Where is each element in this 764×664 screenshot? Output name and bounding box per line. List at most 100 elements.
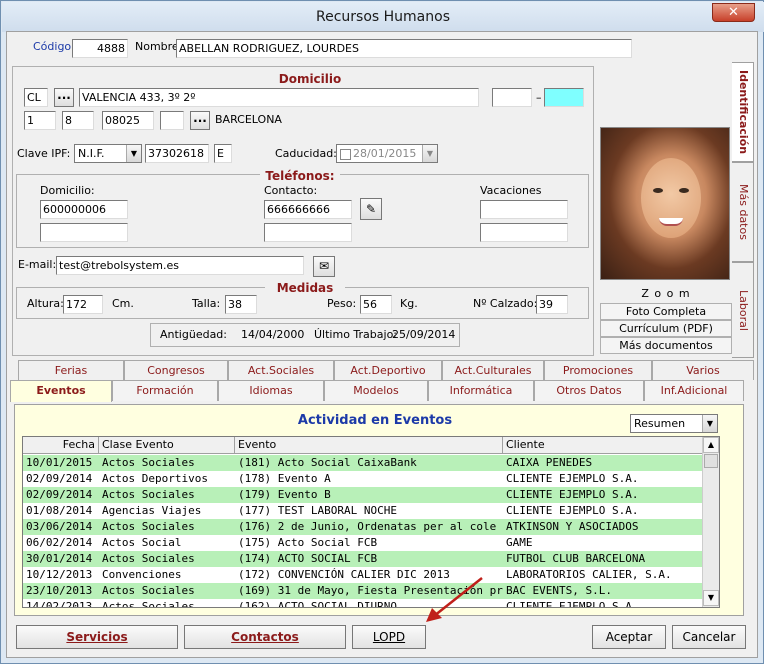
- localidad-code-field[interactable]: [160, 111, 184, 130]
- phone-tag-icon[interactable]: ✎: [360, 198, 382, 220]
- codigo-postal-field[interactable]: 08025: [102, 111, 154, 130]
- table-row[interactable]: 10/12/2013 Convenciones (172) CONVENCIÓN C…: [23, 567, 703, 583]
- tel-domicilio2-field[interactable]: [40, 223, 128, 242]
- tel-domicilio-field[interactable]: 600000006: [40, 200, 128, 219]
- cancelar-button[interactable]: Cancelar: [672, 625, 746, 649]
- scroll-up-icon[interactable]: ▲: [703, 437, 719, 453]
- grid-scrollbar[interactable]: ▲ ▼: [702, 437, 719, 607]
- direccion-field[interactable]: VALENCIA 433, 3º 2º: [79, 88, 479, 107]
- tel-vacaciones2-field[interactable]: [480, 223, 568, 242]
- cell-clase: Agencias Viajes: [102, 504, 202, 517]
- tipo-via-lookup-button[interactable]: ...: [54, 88, 74, 107]
- poblacion-field[interactable]: 8: [62, 111, 94, 130]
- vtab-laboral[interactable]: Laboral: [732, 262, 754, 358]
- tab-eventos[interactable]: Eventos: [10, 380, 112, 402]
- tipo-via-field[interactable]: CL: [24, 88, 48, 107]
- caducidad-date[interactable]: 28/01/2015 ▼: [336, 144, 438, 163]
- altura-field[interactable]: 172: [63, 295, 103, 314]
- email-label: E-mail:: [18, 258, 57, 271]
- tab-modelos[interactable]: Modelos: [324, 380, 428, 401]
- talla-field[interactable]: 38: [225, 295, 257, 314]
- col-evento[interactable]: Evento: [235, 437, 503, 454]
- table-row[interactable]: 01/08/2014 Agencias Viajes (177) TEST LABO…: [23, 503, 703, 519]
- tab-formacion[interactable]: Formación: [112, 380, 218, 401]
- tab-ferias[interactable]: Ferias: [18, 360, 124, 380]
- provincia-field[interactable]: 1: [24, 111, 56, 130]
- servicios-button[interactable]: Servicios: [16, 625, 178, 649]
- table-row[interactable]: 23/10/2013 Actos Sociales (169) 31 de Mayo…: [23, 583, 703, 599]
- zoom-label[interactable]: Z o o m: [600, 286, 732, 303]
- ultimo-trabajo-value: 25/09/2014: [392, 328, 456, 341]
- table-row[interactable]: 02/09/2014 Actos Deportivos (178) Evento A…: [23, 471, 703, 487]
- table-row[interactable]: 14/02/2013 Actos Sociales (162) ACTO SOCIA…: [23, 599, 703, 608]
- table-row[interactable]: 06/02/2014 Actos Social (175) Acto Social …: [23, 535, 703, 551]
- tab-otros-datos[interactable]: Otros Datos: [534, 380, 644, 401]
- scroll-thumb[interactable]: [704, 454, 718, 468]
- codigo-field[interactable]: 4888: [72, 39, 128, 58]
- mail-icon[interactable]: ✉: [313, 256, 335, 277]
- tab-varios[interactable]: Varios: [652, 360, 754, 380]
- tab-inf-adicional[interactable]: Inf.Adicional: [644, 380, 744, 401]
- cell-clase: Convenciones: [102, 568, 182, 581]
- nombre-field[interactable]: ABELLAN RODRIGUEZ, LOURDES: [176, 39, 632, 58]
- annotation-arrow-icon: [426, 577, 483, 622]
- tab-informatica[interactable]: Informática: [428, 380, 534, 401]
- tab-act-deportivo[interactable]: Act.Deportivo: [334, 360, 442, 380]
- ipf-letra-field[interactable]: E: [214, 144, 232, 163]
- cell-fecha: 02/09/2014: [26, 488, 93, 501]
- col-cliente[interactable]: Cliente: [503, 437, 703, 454]
- email-field[interactable]: test@trebolsystem.es: [56, 256, 304, 275]
- table-row[interactable]: 30/01/2014 Actos Sociales (174) ACTO SOCIA…: [23, 551, 703, 567]
- col-clase-evento[interactable]: Clase Evento: [99, 437, 235, 454]
- ipf-tipo-select[interactable]: N.I.F. ▼: [74, 144, 142, 163]
- cell-evento: (178) Evento A: [238, 472, 331, 485]
- tab-idiomas[interactable]: Idiomas: [218, 380, 324, 401]
- vtab-identificacion[interactable]: Identificación: [732, 62, 754, 162]
- table-row[interactable]: 02/09/2014 Actos Sociales (179) Evento B CL…: [23, 487, 703, 503]
- ipf-numero-field[interactable]: 37302618: [145, 144, 209, 163]
- cell-fecha: 14/02/2013: [26, 600, 93, 608]
- contactos-button[interactable]: Contactos: [184, 625, 346, 649]
- tab-act-sociales[interactable]: Act.Sociales: [228, 360, 334, 380]
- curriculum-button[interactable]: Currículum (PDF): [600, 320, 732, 337]
- eventos-grid[interactable]: Fecha Clase Evento Evento Cliente 10/01/…: [22, 436, 720, 608]
- tel-contacto2-field[interactable]: [264, 223, 352, 242]
- close-button[interactable]: ✕: [712, 3, 755, 22]
- tel-vacaciones-label: Vacaciones: [480, 184, 542, 197]
- cell-fecha: 02/09/2014: [26, 472, 93, 485]
- tel-vacaciones-field[interactable]: [480, 200, 568, 219]
- caducidad-value: 28/01/2015: [353, 147, 417, 160]
- antiguedad-label: Antigüedad:: [160, 328, 227, 341]
- photo-eye: [679, 188, 689, 193]
- cell-evento: (174) ACTO SOCIAL FCB: [238, 552, 378, 565]
- caducidad-checkbox[interactable]: [340, 148, 351, 160]
- calzado-label: Nº Calzado:: [473, 297, 538, 310]
- tab-act-culturales[interactable]: Act.Culturales: [442, 360, 544, 380]
- lopd-button[interactable]: LOPD: [352, 625, 426, 649]
- foto-completa-button[interactable]: Foto Completa: [600, 303, 732, 320]
- cell-cliente: ATKINSON Y ASOCIADOS: [506, 520, 639, 533]
- tab-promociones[interactable]: Promociones: [544, 360, 652, 380]
- window-title: Recursos Humanos: [2, 2, 764, 32]
- calzado-field[interactable]: 39: [536, 295, 568, 314]
- cell-evento: (181) Acto Social CaixaBank: [238, 456, 417, 469]
- localidad-lookup-button[interactable]: ...: [190, 111, 210, 130]
- cell-cliente: GAME: [506, 536, 533, 549]
- col-fecha[interactable]: Fecha: [23, 437, 99, 454]
- vtab-mas-datos[interactable]: Más datos: [732, 162, 754, 262]
- codigo-label: Código:: [33, 40, 75, 53]
- eventos-filter-select[interactable]: Resumen ▼: [630, 414, 718, 433]
- table-row[interactable]: 10/01/2015 Actos Sociales (181) Acto Socia…: [23, 455, 703, 471]
- peso-field[interactable]: 56: [360, 295, 392, 314]
- domicilio-extra-field[interactable]: [492, 88, 532, 107]
- tab-congresos[interactable]: Congresos: [124, 360, 228, 380]
- tel-contacto-field[interactable]: 666666666: [264, 200, 352, 219]
- cell-fecha: 03/06/2014: [26, 520, 93, 533]
- domicilio-extra2-field[interactable]: [544, 88, 584, 107]
- aceptar-button[interactable]: Aceptar: [592, 625, 666, 649]
- scroll-down-icon[interactable]: ▼: [703, 590, 719, 606]
- cell-clase: Actos Social: [102, 536, 182, 549]
- mas-documentos-button[interactable]: Más documentos: [600, 337, 732, 354]
- table-row[interactable]: 03/06/2014 Actos Sociales (176) 2 de Junio…: [23, 519, 703, 535]
- cell-fecha: 10/01/2015: [26, 456, 93, 469]
